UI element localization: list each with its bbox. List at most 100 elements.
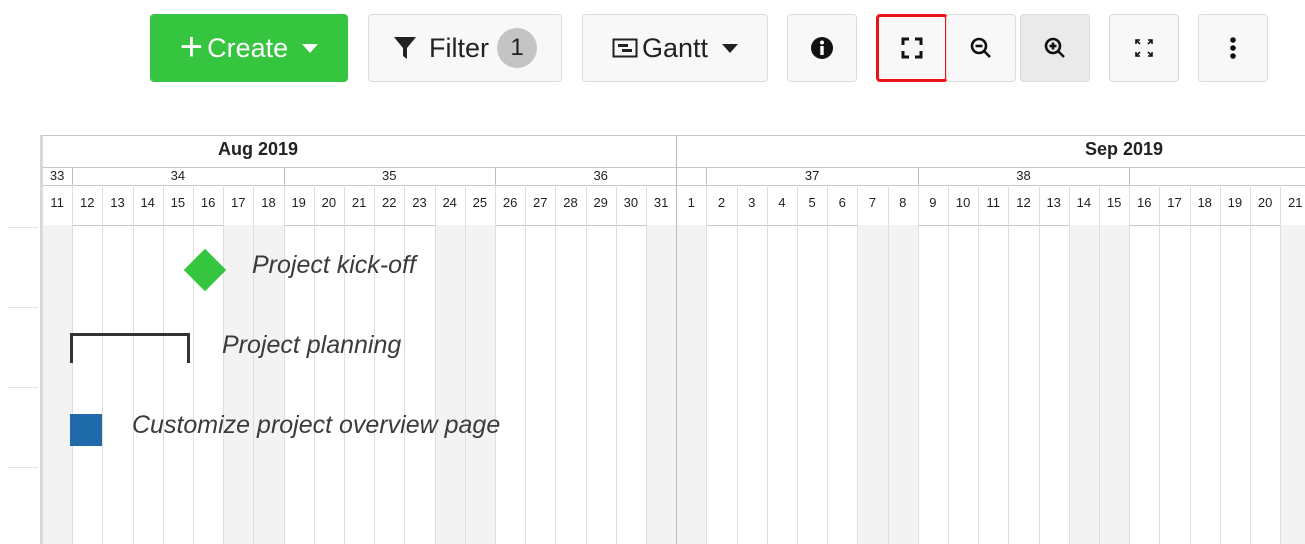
milestone-diamond[interactable] [183,248,227,292]
week-label: 38 [1016,168,1031,183]
day-label: 12 [80,195,95,210]
day-label: 27 [533,195,548,210]
weekend-shading [434,225,465,544]
fullscreen-icon [901,37,923,59]
day-label: 6 [838,195,846,210]
more-options-button[interactable] [1198,14,1268,82]
day-divider [253,185,255,544]
more-vertical-icon [1230,37,1236,59]
day-divider [223,185,225,544]
week-divider [495,167,496,185]
day-label: 15 [1106,195,1122,210]
row-separator [8,227,38,228]
day-label: 9 [929,195,937,210]
day-divider [1250,185,1251,544]
work-package-label[interactable]: Customize project overview page [132,411,500,440]
day-divider [1099,185,1100,544]
day-label: 14 [1076,195,1092,210]
day-label: 30 [623,195,639,210]
day-label: 16 [1137,195,1152,210]
chevron-down-icon [722,43,739,53]
day-divider [615,185,617,544]
day-label: 13 [1046,195,1061,210]
day-label: 13 [110,195,125,210]
header-row-border [42,185,1305,186]
day-divider [1129,185,1131,544]
filter-icon [394,37,416,59]
day-label: 23 [412,195,427,210]
day-divider [646,185,647,544]
day-label: 12 [1016,195,1031,210]
day-label: 19 [1227,195,1243,210]
day-divider [1038,185,1040,544]
week-divider [283,167,285,185]
day-label: 8 [899,195,907,210]
gantt-icon [612,38,638,58]
weekend-shading [857,225,888,544]
day-divider [495,185,496,544]
info-button[interactable] [787,14,857,82]
day-label: 11 [50,195,64,210]
view-mode-dropdown[interactable]: Gantt [582,14,768,82]
task-bar[interactable] [70,414,102,446]
zoom-in-button[interactable] [1020,14,1090,82]
day-label: 3 [748,195,756,210]
day-label: 4 [778,195,786,210]
day-divider [434,185,436,544]
create-label: Create [207,32,289,63]
month-label: Aug 2019 [217,139,299,159]
zoom-out-icon [970,37,991,58]
filter-button[interactable]: Filter 1 [368,14,562,82]
day-label: 21 [351,195,367,210]
day-divider [404,185,406,544]
weekend-shading [646,225,677,544]
day-label: 2 [717,195,726,210]
fullscreen-button[interactable] [876,14,948,82]
day-label: 10 [955,195,971,210]
day-label: 21 [1288,195,1303,210]
expand-icon [1135,39,1153,57]
week-label: 36 [593,168,608,183]
week-divider [72,167,74,185]
day-divider [102,185,104,544]
day-label: 5 [808,195,816,210]
zoom-out-button[interactable] [946,14,1016,82]
row-separator [8,307,38,308]
weekend-shading [887,225,918,544]
filter-count-badge: 1 [497,28,537,68]
day-label: 20 [321,195,337,210]
expand-button[interactable] [1109,14,1179,82]
day-label: 19 [291,195,306,210]
day-divider [706,185,708,544]
day-divider [887,185,889,544]
day-label: 18 [1197,195,1212,210]
week-label: 35 [382,168,397,183]
day-divider [162,185,164,544]
day-divider [313,185,315,544]
day-divider [978,185,980,544]
day-divider [1280,185,1282,544]
week-divider [1129,167,1131,185]
work-package-label[interactable]: Project planning [222,331,401,360]
day-divider [42,185,43,544]
weekend-shading [1068,225,1099,544]
weekend-shading [1280,225,1305,544]
create-button[interactable]: + Create [150,14,348,82]
day-divider [344,185,345,544]
day-divider [72,185,74,544]
day-divider [555,185,557,544]
day-label: 26 [502,195,518,210]
work-package-label[interactable]: Project kick-off [252,251,416,280]
day-divider [766,185,768,544]
week-label: 34 [170,168,186,183]
week-divider [917,167,919,185]
info-icon [811,37,833,59]
day-divider [1189,185,1191,544]
phase-bar[interactable] [70,333,190,363]
day-divider [374,185,376,544]
day-divider [464,185,466,544]
filter-label: Filter [429,32,489,63]
day-label: 15 [170,195,186,210]
zoom-in-icon [1044,37,1065,58]
gantt-timeline: Aug 2019 Sep 2019 33 34 35 36 37 38 11 12 13 14 1… [0,135,1305,544]
